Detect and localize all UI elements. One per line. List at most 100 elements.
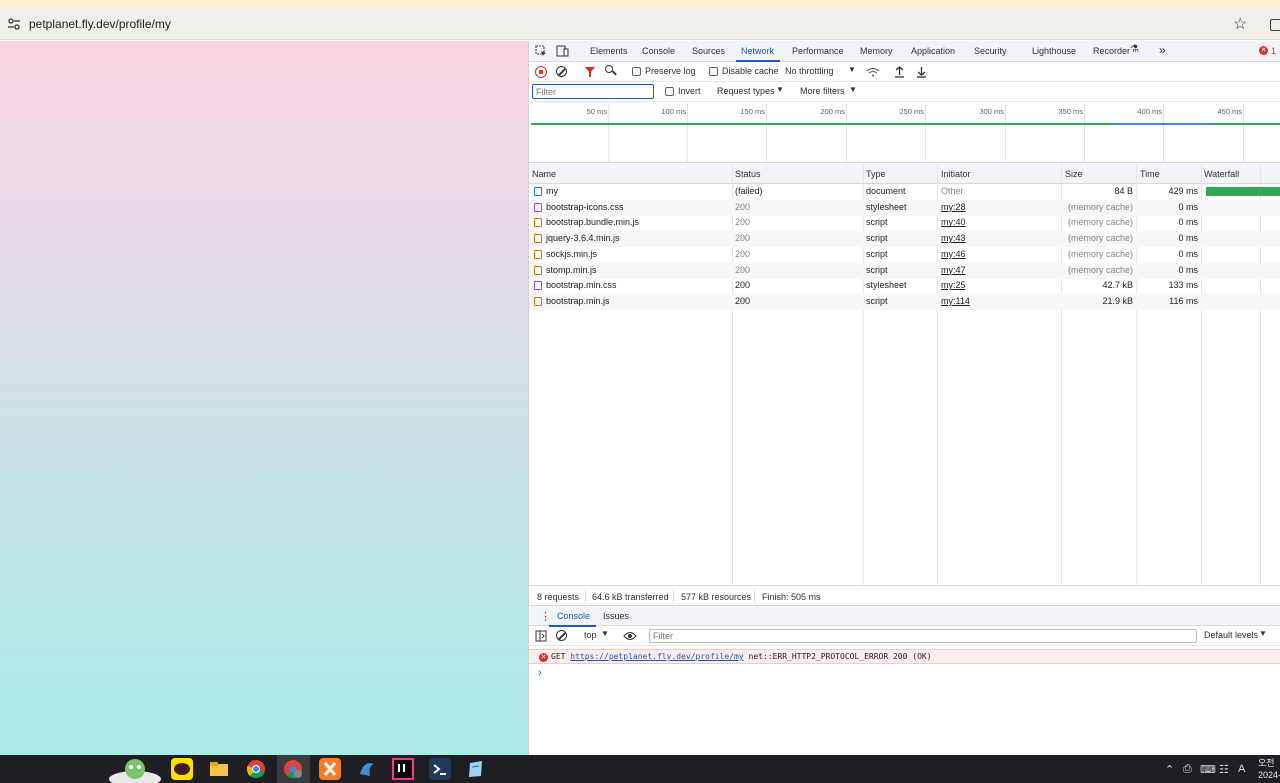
request-initiator[interactable]: my:46	[941, 249, 966, 259]
request-name[interactable]: bootstrap.bundle.min.js	[546, 217, 639, 227]
request-size: 21.9 kB	[1102, 295, 1133, 306]
device-toolbar-icon[interactable]	[556, 45, 569, 57]
request-name[interactable]: sockjs.min.js	[546, 249, 597, 259]
context-selector[interactable]: top	[584, 630, 597, 640]
tab-lighthouse[interactable]: Lighthouse	[1032, 46, 1076, 56]
invert-checkbox[interactable]	[665, 87, 674, 96]
chrome-profile-icon[interactable]	[282, 758, 304, 780]
request-name[interactable]: jquery-3.6.4.min.js	[546, 233, 620, 243]
file-explorer-icon[interactable]	[208, 758, 230, 780]
column-header-name[interactable]: Name	[532, 169, 556, 179]
table-row[interactable]: stomp.min.js 200 script my:47 (memory cache)…	[529, 262, 1280, 279]
url-text[interactable]: petplanet.fly.dev/profile/my	[29, 17, 171, 31]
request-name[interactable]: bootstrap-icons.css	[546, 202, 624, 212]
kakaotalk-icon[interactable]	[171, 758, 193, 780]
address-bar[interactable]: petplanet.fly.dev/profile/my ☆	[0, 7, 1280, 40]
mysql-workbench-icon[interactable]	[356, 758, 378, 780]
console-filter-input[interactable]	[649, 629, 1197, 643]
table-row[interactable]: bootstrap-icons.css 200 stylesheet my:28 (me…	[529, 199, 1280, 216]
request-initiator[interactable]: my:47	[941, 265, 966, 275]
tab-application[interactable]: Application	[911, 46, 955, 56]
tab-network[interactable]: Network	[741, 46, 774, 56]
column-header-status[interactable]: Status	[735, 169, 761, 179]
request-initiator[interactable]: my:28	[941, 202, 966, 212]
tab-performance[interactable]: Performance	[792, 46, 844, 56]
network-overview-timeline[interactable]: 50 ms 100 ms 150 ms 200 ms 250 ms 300 ms…	[529, 103, 1280, 163]
tray-device-icon[interactable]: ⌨	[1200, 763, 1216, 776]
console-prompt[interactable]: ›	[538, 667, 542, 679]
request-types-chevron-icon[interactable]: ▼	[776, 85, 784, 94]
request-name[interactable]: stomp.min.js	[546, 265, 597, 275]
preserve-log-checkbox[interactable]	[632, 67, 641, 76]
column-header-time[interactable]: Time	[1140, 169, 1160, 179]
error-count-icon[interactable]: ✕	[1259, 46, 1268, 55]
request-types-dropdown[interactable]: Request types	[717, 86, 775, 96]
side-panel-icon[interactable]	[1270, 19, 1280, 31]
throttling-dropdown-icon[interactable]: ▼	[848, 65, 856, 74]
table-row[interactable]: bootstrap.min.js 200 script my:114 21.9 kB 11…	[529, 293, 1280, 310]
tab-sources[interactable]: Sources	[692, 46, 725, 56]
live-expression-eye-icon[interactable]	[623, 631, 637, 641]
terminal-icon[interactable]	[429, 758, 451, 780]
page-viewport	[0, 41, 528, 755]
more-filters-dropdown[interactable]: More filters	[800, 86, 845, 96]
stop-recording-icon[interactable]	[535, 66, 547, 78]
inspect-element-icon[interactable]	[535, 45, 547, 57]
context-dropdown-icon[interactable]: ▼	[601, 629, 609, 638]
clear-log-icon[interactable]	[556, 66, 567, 77]
request-initiator[interactable]: my:114	[941, 296, 970, 306]
tray-overflow-chevron-icon[interactable]: ⌃	[1165, 763, 1174, 776]
intellij-icon[interactable]	[392, 758, 414, 780]
bookmark-star-icon[interactable]: ☆	[1233, 14, 1247, 34]
log-levels-dropdown[interactable]: Default levels	[1204, 630, 1258, 640]
xampp-icon[interactable]	[319, 758, 341, 780]
chrome-icon[interactable]	[245, 758, 267, 780]
table-row[interactable]: bootstrap.min.css 200 stylesheet my:25 42.7 …	[529, 278, 1280, 294]
tab-elements[interactable]: Elements	[590, 46, 628, 56]
export-har-icon[interactable]	[916, 66, 927, 78]
column-header-type[interactable]: Type	[866, 169, 886, 179]
search-icon[interactable]	[605, 65, 613, 73]
table-row[interactable]: sockjs.min.js 200 script my:46 (memory cache…	[529, 247, 1280, 263]
error-url-link[interactable]: https://petplanet.fly.dev/profile/my	[570, 652, 743, 661]
network-tray-icon[interactable]: ☷	[1219, 763, 1229, 776]
log-levels-chevron-icon[interactable]: ▼	[1259, 629, 1267, 638]
drawer-tab-issues[interactable]: Issues	[603, 611, 629, 621]
tab-console[interactable]: Console	[642, 46, 675, 56]
drawer-menu-icon[interactable]: ⋮	[540, 610, 551, 623]
filter-toggle-icon[interactable]	[585, 67, 595, 77]
table-row[interactable]: jquery-3.6.4.min.js 200 script my:43 (memory…	[529, 231, 1280, 248]
more-filters-chevron-icon[interactable]: ▼	[849, 85, 857, 94]
column-header-size[interactable]: Size	[1065, 169, 1083, 179]
request-name[interactable]: my	[546, 186, 558, 196]
request-initiator[interactable]: my:40	[941, 217, 966, 227]
network-toolbar: Preserve log Disable cache No throttling…	[529, 62, 1280, 82]
disable-cache-checkbox[interactable]	[709, 67, 718, 76]
error-count-badge[interactable]: 1	[1271, 46, 1276, 56]
tray-app-icon[interactable]: ⎙	[1183, 763, 1192, 776]
clear-console-icon[interactable]	[556, 630, 567, 641]
request-name[interactable]: bootstrap.min.js	[546, 296, 610, 306]
more-tabs-chevron-icon[interactable]: »	[1159, 43, 1166, 57]
request-initiator[interactable]: my:43	[941, 233, 966, 243]
input-language-indicator[interactable]: A	[1238, 763, 1245, 775]
table-row[interactable]: my (failed) document Other 84 B 429 ms	[529, 184, 1280, 200]
tab-security[interactable]: Security	[974, 46, 1007, 56]
network-conditions-icon[interactable]	[866, 67, 880, 77]
import-har-icon[interactable]	[894, 66, 905, 78]
notepad-icon[interactable]	[465, 758, 487, 780]
table-row[interactable]: bootstrap.bundle.min.js 200 script my:40 (me…	[529, 215, 1280, 231]
network-filter-input[interactable]	[532, 84, 654, 99]
request-name[interactable]: bootstrap.min.css	[546, 280, 617, 290]
site-info-icon[interactable]	[7, 17, 21, 31]
console-sidebar-icon[interactable]	[535, 630, 547, 642]
taskbar-clock[interactable]: 오전 2024-	[1258, 757, 1280, 781]
tab-recorder[interactable]: Recorder	[1093, 46, 1130, 56]
throttling-select[interactable]: No throttling	[785, 66, 834, 76]
drawer-tab-console[interactable]: Console	[557, 611, 590, 621]
column-header-waterfall[interactable]: Waterfall	[1204, 169, 1239, 179]
column-header-initiator[interactable]: Initiator	[941, 169, 971, 179]
request-size: 84 B	[1114, 186, 1133, 196]
request-initiator[interactable]: my:25	[941, 280, 966, 290]
tab-memory[interactable]: Memory	[860, 46, 893, 56]
